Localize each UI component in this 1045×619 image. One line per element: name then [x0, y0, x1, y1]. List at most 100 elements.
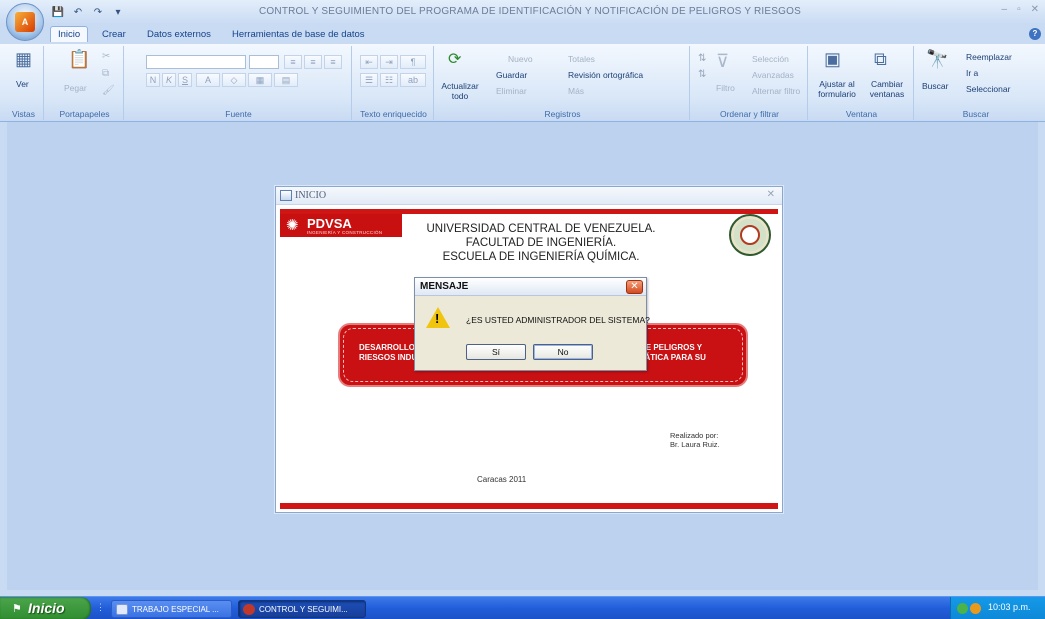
advanced-button[interactable]: Avanzadas	[752, 70, 794, 80]
taskbar-item-label: CONTROL Y SEGUIMI...	[259, 605, 348, 614]
fit-form-icon[interactable]: ▣	[824, 50, 841, 68]
university-heading: UNIVERSIDAD CENTRAL DE VENEZUELA. FACULT…	[416, 222, 666, 264]
group-label: Vistas	[12, 109, 35, 119]
paragraph-icon[interactable]: ¶	[400, 55, 426, 69]
refresh-icon[interactable]: ⟳	[448, 52, 461, 68]
pdvsa-name: PDVSA	[307, 216, 352, 231]
customize-dropdown-icon[interactable]: ▾	[110, 4, 126, 20]
security-icon[interactable]	[970, 603, 981, 614]
totals-button[interactable]: Totales	[568, 54, 595, 64]
save-record-button[interactable]: Guardar	[496, 70, 527, 80]
highlight-icon[interactable]: ab	[400, 73, 426, 87]
fill-color-icon[interactable]: ◇	[222, 73, 246, 87]
view-icon[interactable]: ▦	[15, 50, 32, 68]
bullets-icon[interactable]: ☰	[360, 73, 378, 87]
start-button[interactable]: ⚑ Inicio	[0, 597, 91, 619]
redo-icon[interactable]: ↷	[90, 4, 106, 20]
quick-launch-icon[interactable]: ⋮	[96, 602, 106, 615]
copy-icon[interactable]: ⧉	[102, 69, 109, 79]
font-name-field[interactable]	[146, 55, 246, 69]
fit-form-button[interactable]: Ajustar al formulario	[814, 79, 860, 99]
sort-asc-icon[interactable]: ⇅	[698, 54, 706, 64]
group-vistas: ▦ Ver Vistas	[4, 46, 44, 120]
replace-button[interactable]: Reemplazar	[966, 52, 1012, 62]
toggle-filter-button[interactable]: Alternar filtro	[752, 86, 800, 96]
close-icon[interactable]: ✕	[1031, 4, 1039, 15]
binoculars-icon[interactable]: 🔭	[926, 50, 948, 68]
align-left-icon[interactable]: ≡	[284, 55, 302, 69]
tab-herramientas[interactable]: Herramientas de base de datos	[225, 27, 372, 42]
new-record-button[interactable]: Nuevo	[508, 54, 533, 64]
yes-button[interactable]: Sí	[466, 344, 526, 360]
sort-desc-icon[interactable]: ⇅	[698, 70, 706, 80]
delete-record-button[interactable]: Eliminar	[496, 86, 527, 96]
taskbar-item-control[interactable]: CONTROL Y SEGUIMI...	[238, 600, 366, 618]
refresh-all-button[interactable]: Actualizar todo	[440, 81, 480, 101]
indent-increase-icon[interactable]: ⇥	[380, 55, 398, 69]
no-button[interactable]: No	[533, 344, 593, 360]
selection-button[interactable]: Selección	[752, 54, 789, 64]
group-fuente: ≡ ≡ ≡ N K S A ◇ ▦ ▤ Fuente	[126, 46, 352, 120]
group-texto-enriquecido: ⇤ ⇥ ¶ ☰ ☷ ab Texto enriquecido	[354, 46, 434, 120]
alt-fill-icon[interactable]: ▤	[274, 73, 298, 87]
help-icon[interactable]: ?	[1029, 28, 1041, 40]
switch-windows-icon[interactable]: ⧉	[874, 50, 887, 68]
tab-datos-externos[interactable]: Datos externos	[140, 27, 218, 42]
form-title-bar: INICIO ✕	[276, 187, 782, 205]
indent-decrease-icon[interactable]: ⇤	[360, 55, 378, 69]
form-title: INICIO	[295, 190, 327, 201]
network-icon[interactable]	[957, 603, 968, 614]
start-label: Inicio	[28, 600, 65, 616]
select-button[interactable]: Seleccionar	[966, 84, 1010, 94]
goto-button[interactable]: Ir a	[966, 68, 978, 78]
access-app-window: 💾 ↶ ↷ ▾ CONTROL Y SEGUIMIENTO DEL PROGRA…	[0, 0, 1045, 619]
filter-icon[interactable]: ⊽	[716, 52, 729, 70]
dialog-close-icon[interactable]: ✕	[626, 280, 643, 294]
minimize-icon[interactable]: –	[1002, 4, 1008, 15]
form-close-icon[interactable]: ✕	[767, 189, 775, 200]
find-button[interactable]: Buscar	[922, 81, 948, 91]
underline-button[interactable]: S	[178, 73, 192, 87]
author-name: Br. Laura Ruiz.	[670, 440, 720, 449]
group-label: Buscar	[962, 109, 990, 119]
tab-inicio[interactable]: Inicio	[50, 26, 89, 42]
align-center-icon[interactable]: ≡	[304, 55, 322, 69]
taskbar-item-label: TRABAJO ESPECIAL ...	[132, 605, 219, 614]
spelling-button[interactable]: Revisión ortográfica	[568, 70, 643, 80]
gridlines-icon[interactable]: ▦	[248, 73, 272, 87]
font-size-field[interactable]	[249, 55, 279, 69]
group-ventana: ▣ ⧉ Ajustar al formulario Cambiar ventan…	[810, 46, 914, 120]
office-button[interactable]: A	[6, 3, 44, 41]
windows-flag-icon: ⚑	[12, 603, 22, 615]
pegar-button[interactable]: Pegar	[64, 83, 87, 93]
numbering-icon[interactable]: ☷	[380, 73, 398, 87]
group-label: Fuente	[225, 109, 252, 119]
bold-button[interactable]: N	[146, 73, 160, 87]
font-color-button[interactable]: A	[196, 73, 220, 87]
taskbar-item-trabajo[interactable]: TRABAJO ESPECIAL ...	[111, 600, 232, 618]
faculty-line: FACULTAD DE INGENIERÍA.	[465, 237, 617, 249]
dialog-title: MENSAJE	[420, 281, 469, 292]
paste-icon[interactable]: 📋	[68, 50, 90, 68]
school-line: ESCUELA DE INGENIERÍA QUÍMICA.	[442, 251, 640, 263]
group-label: Ventana	[845, 109, 878, 119]
more-button[interactable]: Más	[568, 86, 584, 96]
group-label: Ordenar y filtrar	[719, 109, 780, 119]
align-right-icon[interactable]: ≡	[324, 55, 342, 69]
undo-icon[interactable]: ↶	[70, 4, 86, 20]
switch-windows-button[interactable]: Cambiar ventanas	[864, 79, 910, 99]
group-buscar: 🔭 Buscar Reemplazar Ir a Seleccionar Bus…	[916, 46, 1036, 120]
ribbon: ▦ Ver Vistas 📋 Pegar ✂ ⧉ 🖌 Portapapeles …	[0, 44, 1045, 122]
group-portapapeles: 📋 Pegar ✂ ⧉ 🖌 Portapapeles	[46, 46, 124, 120]
save-icon[interactable]: 💾	[50, 4, 66, 20]
cut-icon[interactable]: ✂	[102, 52, 110, 62]
italic-button[interactable]: K	[162, 73, 176, 87]
format-painter-icon[interactable]: 🖌	[102, 86, 115, 96]
ver-button[interactable]: Ver	[16, 79, 29, 89]
restore-icon[interactable]: ▫	[1017, 4, 1021, 15]
taskbar: ⚑ Inicio ⋮ TRABAJO ESPECIAL ... CONTROL …	[0, 596, 1045, 619]
place-year: Caracas 2011	[477, 475, 527, 484]
tab-crear[interactable]: Crear	[95, 27, 133, 42]
red-divider	[280, 503, 778, 509]
filter-button[interactable]: Filtro	[716, 83, 735, 93]
